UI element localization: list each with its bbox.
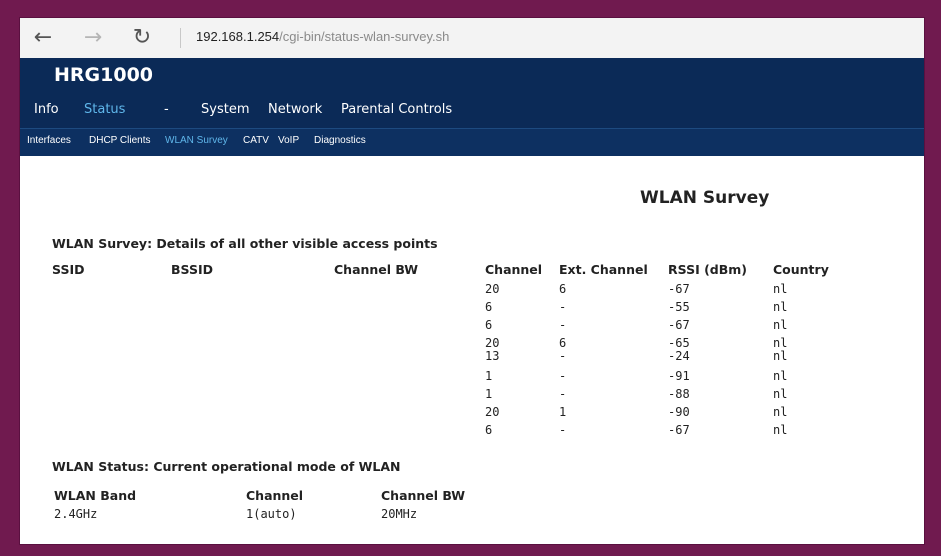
forward-arrow-icon[interactable]: →: [78, 24, 108, 52]
subnav-interfaces[interactable]: Interfaces: [27, 135, 71, 146]
status-header-channel-bw: Channel BW: [381, 488, 466, 503]
col-header-bssid: BSSID: [171, 262, 213, 277]
cell-country: nl: [773, 387, 788, 401]
address-bar: ← → ↻ 192.168.1.254/cgi-bin/status-wlan-…: [20, 18, 924, 59]
back-arrow-icon[interactable]: ←: [28, 24, 58, 52]
cell-channel: 20: [485, 336, 500, 350]
status-value-band: 2.4GHz: [54, 507, 98, 521]
subnav-wlan-survey[interactable]: WLAN Survey: [165, 135, 228, 146]
status-value-channel-bw: 20MHz: [381, 507, 418, 521]
cell-rssi: -91: [668, 369, 690, 383]
subnav-voip[interactable]: VoIP: [278, 135, 299, 146]
status-header-band: WLAN Band: [54, 488, 137, 503]
subnav-dhcp-clients[interactable]: DHCP Clients: [89, 135, 151, 146]
cell-ext-channel: 6: [559, 336, 567, 350]
cell-channel: 1: [485, 387, 493, 401]
status-header-channel: Channel: [246, 488, 304, 503]
cell-ext-channel: -: [559, 423, 567, 437]
cell-rssi: -67: [668, 423, 690, 437]
sub-nav: Interfaces DHCP Clients WLAN Survey CATV…: [20, 128, 924, 156]
status-value-channel: 1(auto): [246, 507, 297, 521]
col-header-rssi: RSSI (dBm): [668, 262, 747, 277]
col-header-country: Country: [773, 262, 829, 277]
cell-country: nl: [773, 349, 788, 363]
col-header-channel: Channel: [485, 262, 543, 277]
cell-ext-channel: 1: [559, 405, 567, 419]
cell-rssi: -67: [668, 282, 690, 296]
brand-title: HRG1000: [54, 64, 154, 86]
cell-ext-channel: 6: [559, 282, 567, 296]
cell-ext-channel: -: [559, 369, 567, 383]
url-field[interactable]: 192.168.1.254/cgi-bin/status-wlan-survey…: [196, 29, 449, 44]
nav-info[interactable]: Info: [34, 102, 59, 117]
refresh-icon[interactable]: ↻: [127, 24, 157, 52]
cell-rssi: -65: [668, 336, 690, 350]
cell-ext-channel: -: [559, 318, 567, 332]
cell-rssi: -24: [668, 349, 690, 363]
cell-country: nl: [773, 405, 788, 419]
cell-country: nl: [773, 423, 788, 437]
survey-section-title: WLAN Survey: Details of all other visibl…: [52, 236, 438, 251]
cell-country: nl: [773, 369, 788, 383]
cell-channel: 6: [485, 300, 493, 314]
cell-rssi: -55: [668, 300, 690, 314]
col-header-ext-channel: Ext. Channel: [559, 262, 648, 277]
cell-country: nl: [773, 300, 788, 314]
cell-channel: 6: [485, 423, 493, 437]
subnav-catv[interactable]: CATV: [243, 135, 269, 146]
status-section-title: WLAN Status: Current operational mode of…: [52, 459, 401, 474]
browser-window: ← → ↻ 192.168.1.254/cgi-bin/status-wlan-…: [19, 17, 925, 545]
url-host: 192.168.1.254: [196, 29, 280, 44]
col-header-ssid: SSID: [52, 262, 85, 277]
cell-channel: 20: [485, 282, 500, 296]
nav-separator: -: [164, 102, 169, 117]
subnav-diagnostics[interactable]: Diagnostics: [314, 135, 366, 146]
nav-system[interactable]: System: [201, 102, 249, 117]
cell-country: nl: [773, 318, 788, 332]
nav-parental-controls[interactable]: Parental Controls: [341, 102, 452, 117]
cell-ext-channel: -: [559, 349, 567, 363]
cell-ext-channel: -: [559, 300, 567, 314]
cell-ext-channel: -: [559, 387, 567, 401]
cell-channel: 1: [485, 369, 493, 383]
cell-country: nl: [773, 282, 788, 296]
cell-rssi: -88: [668, 387, 690, 401]
cell-channel: 20: [485, 405, 500, 419]
url-path: /cgi-bin/status-wlan-survey.sh: [279, 29, 450, 44]
address-separator: [180, 28, 181, 48]
page-title: WLAN Survey: [640, 188, 770, 208]
nav-status[interactable]: Status: [84, 102, 125, 117]
cell-rssi: -90: [668, 405, 690, 419]
cell-country: nl: [773, 336, 788, 350]
cell-channel: 13: [485, 349, 500, 363]
cell-rssi: -67: [668, 318, 690, 332]
nav-network[interactable]: Network: [268, 102, 322, 117]
cell-channel: 6: [485, 318, 493, 332]
main-content: WLAN Survey WLAN Survey: Details of all …: [20, 155, 924, 544]
router-header: HRG1000 Info Status - System Network Par…: [20, 58, 924, 156]
col-header-channel-bw: Channel BW: [334, 262, 419, 277]
